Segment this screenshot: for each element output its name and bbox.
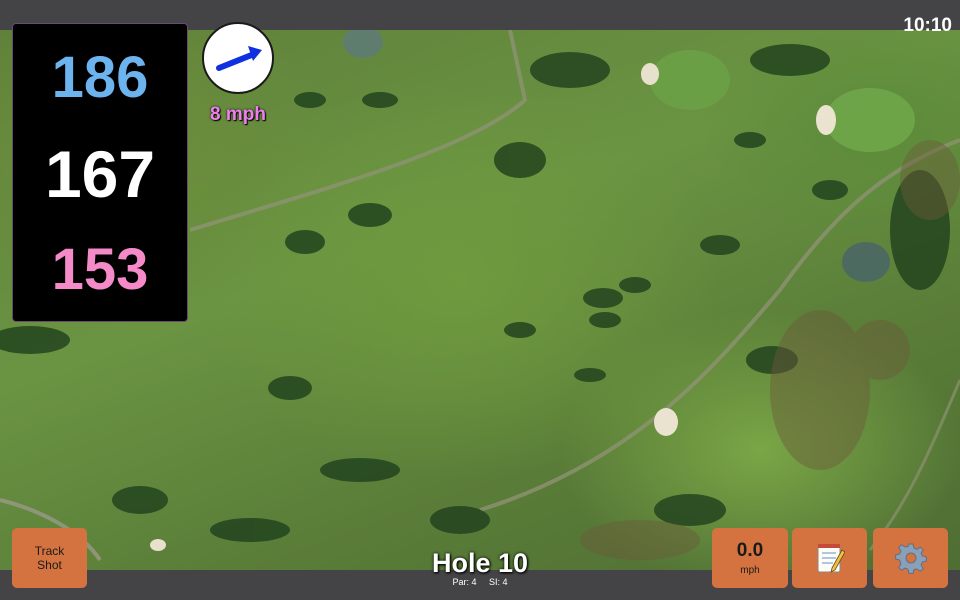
notepad-icon [817, 544, 845, 573]
wind-speed-value: 0.0 [736, 540, 764, 561]
notes-button[interactable] [792, 528, 867, 588]
hole-info: Par: 4 SI: 4 [380, 577, 580, 587]
wind-direction-indicator [202, 22, 274, 94]
distance-front: 153 [51, 237, 149, 302]
wind-speed-button[interactable]: 0.0 mph [712, 528, 788, 588]
arrow-icon [216, 46, 262, 71]
hole-stroke-index: SI: 4 [489, 577, 508, 587]
wind-speed-label: 8 mph [210, 104, 266, 125]
wind-speed-unit: mph [740, 565, 760, 576]
distance-middle: 167 [44, 137, 156, 211]
settings-button[interactable] [873, 528, 948, 588]
hole-title: Hole 10 [431, 548, 529, 578]
distance-panel: 186 167 153 [12, 23, 188, 322]
hole-par: Par: 4 [452, 577, 477, 587]
track-shot-button[interactable]: Track Shot [12, 528, 87, 588]
gear-icon [894, 543, 927, 574]
track-shot-label-line2: Shot [37, 558, 62, 572]
status-clock: 10:10 [903, 15, 952, 36]
track-shot-label-line1: Track [34, 544, 65, 558]
distance-back: 186 [51, 45, 149, 110]
